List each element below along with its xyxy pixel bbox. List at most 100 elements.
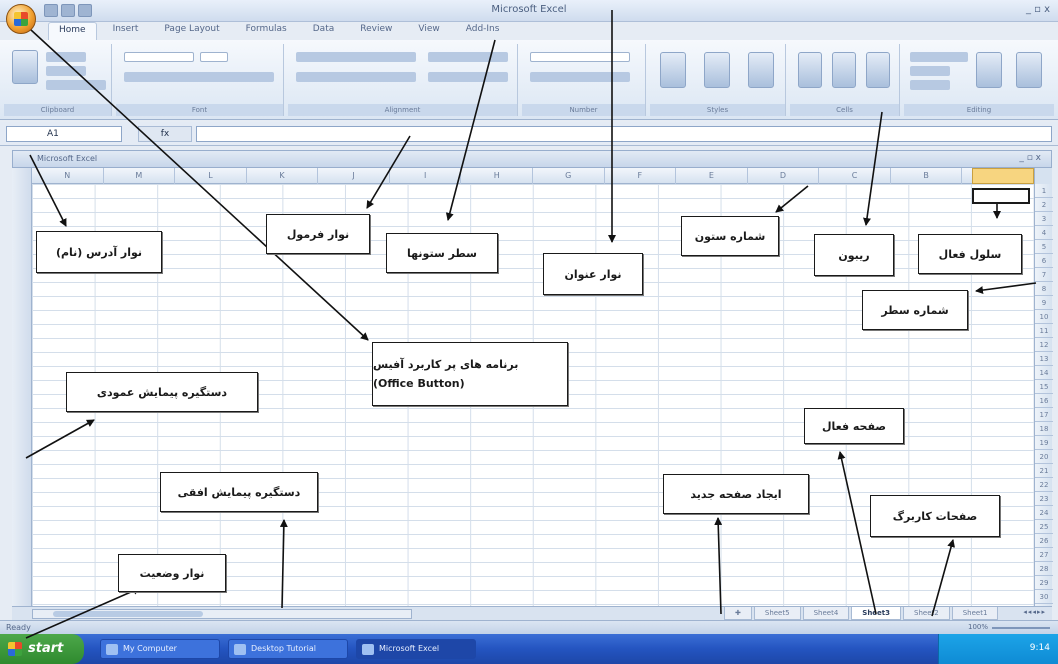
name-box[interactable]: A1 [6,126,122,142]
row-header-cell[interactable]: 11 [1035,324,1053,338]
tab-review[interactable]: Review [350,22,402,40]
font-name-select[interactable] [124,52,194,62]
taskbar-item[interactable]: Desktop Tutorial [228,639,348,659]
horizontal-scroll-thumb[interactable] [53,611,203,617]
alignment-top-buttons[interactable] [296,52,416,62]
sort-filter-button[interactable] [976,52,1002,88]
row-header-cell[interactable]: 28 [1035,562,1053,576]
paste-button[interactable] [12,50,38,84]
autosum-button[interactable] [910,52,968,62]
column-header-cell[interactable]: E [676,168,748,184]
cell-styles-button[interactable] [748,52,774,88]
row-header-cell[interactable]: 21 [1035,464,1053,478]
format-as-table-button[interactable] [704,52,730,88]
sheet-tab[interactable]: Sheet4 [802,607,850,620]
column-header-cell[interactable]: F [605,168,677,184]
format-painter-button[interactable] [46,80,106,90]
tab-view[interactable]: View [408,22,449,40]
row-header-cell[interactable]: 22 [1035,478,1053,492]
row-header-cell[interactable]: 4 [1035,226,1053,240]
format-cells-button[interactable] [866,52,890,88]
row-header-cell[interactable]: 20 [1035,450,1053,464]
cut-button[interactable] [46,52,86,62]
column-header-cell[interactable]: K [247,168,319,184]
number-format-select[interactable] [530,52,630,62]
column-header-cell[interactable]: G [533,168,605,184]
tab-formulas[interactable]: Formulas [236,22,297,40]
zoom-level[interactable]: 100% [968,623,988,631]
tab-page-layout[interactable]: Page Layout [154,22,229,40]
column-header-cell[interactable]: D [748,168,820,184]
alignment-bottom-buttons[interactable] [296,72,416,82]
row-header-cell[interactable]: 17 [1035,408,1053,422]
row-header-cell[interactable]: 30 [1035,590,1053,604]
row-header-cell[interactable]: 3 [1035,212,1053,226]
font-format-buttons[interactable] [124,72,274,82]
font-size-select[interactable] [200,52,228,62]
conditional-formatting-button[interactable] [660,52,686,88]
row-header-cell[interactable]: 7 [1035,268,1053,282]
sheet-tab[interactable]: Sheet1 [951,607,999,620]
taskbar-item[interactable]: Microsoft Excel [356,639,476,659]
row-header-cell[interactable]: 10 [1035,310,1053,324]
row-header-cell[interactable]: 23 [1035,492,1053,506]
row-header-cell[interactable]: 16 [1035,394,1053,408]
start-button[interactable]: start [0,634,84,664]
office-button[interactable] [6,4,36,34]
merge-center-button[interactable] [428,72,508,82]
row-header-cell[interactable]: 26 [1035,534,1053,548]
fill-button[interactable] [910,66,950,76]
tab-insert[interactable]: Insert [103,22,149,40]
column-header-cell[interactable]: C [819,168,891,184]
select-all-corner[interactable] [1034,168,1052,184]
row-header-cell[interactable]: 8 [1035,282,1053,296]
row-header-cell[interactable]: 19 [1035,436,1053,450]
row-header-cell[interactable]: 9 [1035,296,1053,310]
column-header-cell[interactable]: L [175,168,247,184]
new-sheet-tab[interactable]: ✚ [724,607,752,620]
row-header-cell[interactable]: 13 [1035,352,1053,366]
row-header-cell[interactable]: 14 [1035,366,1053,380]
wrap-text-button[interactable] [428,52,508,62]
sheet-tab[interactable]: Sheet2 [903,607,950,620]
tab-home[interactable]: Home [48,22,97,40]
row-header-cell[interactable]: 2 [1035,198,1053,212]
row-header-cell[interactable]: 29 [1035,576,1053,590]
number-buttons[interactable] [530,72,630,82]
column-header-cell[interactable]: B [891,168,963,184]
column-header-cell[interactable]: H [461,168,533,184]
find-select-button[interactable] [1016,52,1042,88]
row-header-cell[interactable]: 27 [1035,548,1053,562]
zoom-slider[interactable] [992,627,1050,629]
column-header-cell[interactable]: J [318,168,390,184]
horizontal-scrollbar[interactable] [32,609,412,619]
row-header-cell[interactable]: 6 [1035,254,1053,268]
row-header-cell[interactable]: 12 [1035,338,1053,352]
delete-cells-button[interactable] [832,52,856,88]
tab-data[interactable]: Data [303,22,345,40]
row-header-cell[interactable]: 15 [1035,380,1053,394]
sheet-tab[interactable]: Sheet3 [851,607,902,620]
insert-cells-button[interactable] [798,52,822,88]
taskbar-item[interactable]: My Computer [100,639,220,659]
tab-add-ins[interactable]: Add-Ins [456,22,510,40]
row-header-cell[interactable]: 24 [1035,506,1053,520]
sheet-nav-arrows[interactable]: ◂◂◂▸▸ [1023,608,1046,616]
active-column-header[interactable] [972,168,1034,184]
clear-button[interactable] [910,80,950,90]
copy-button[interactable] [46,66,86,76]
fx-button[interactable]: fx [138,126,192,142]
active-cell[interactable] [972,188,1030,204]
window-controls[interactable]: _ ▫ x [1026,4,1050,15]
column-header-cell[interactable]: M [104,168,176,184]
row-header-cell[interactable]: 25 [1035,520,1053,534]
sheet-tab[interactable]: Sheet5 [753,607,801,620]
vertical-scrollbar[interactable] [12,168,32,606]
row-header-cell[interactable]: 18 [1035,422,1053,436]
column-header-cell[interactable]: N [32,168,104,184]
column-header-cell[interactable]: I [390,168,462,184]
workbook-window-controls[interactable]: _ ▫ x [1019,153,1041,163]
row-header-cell[interactable]: 5 [1035,240,1053,254]
row-header-cell[interactable]: 1 [1035,184,1053,198]
formula-input[interactable] [196,126,1052,142]
